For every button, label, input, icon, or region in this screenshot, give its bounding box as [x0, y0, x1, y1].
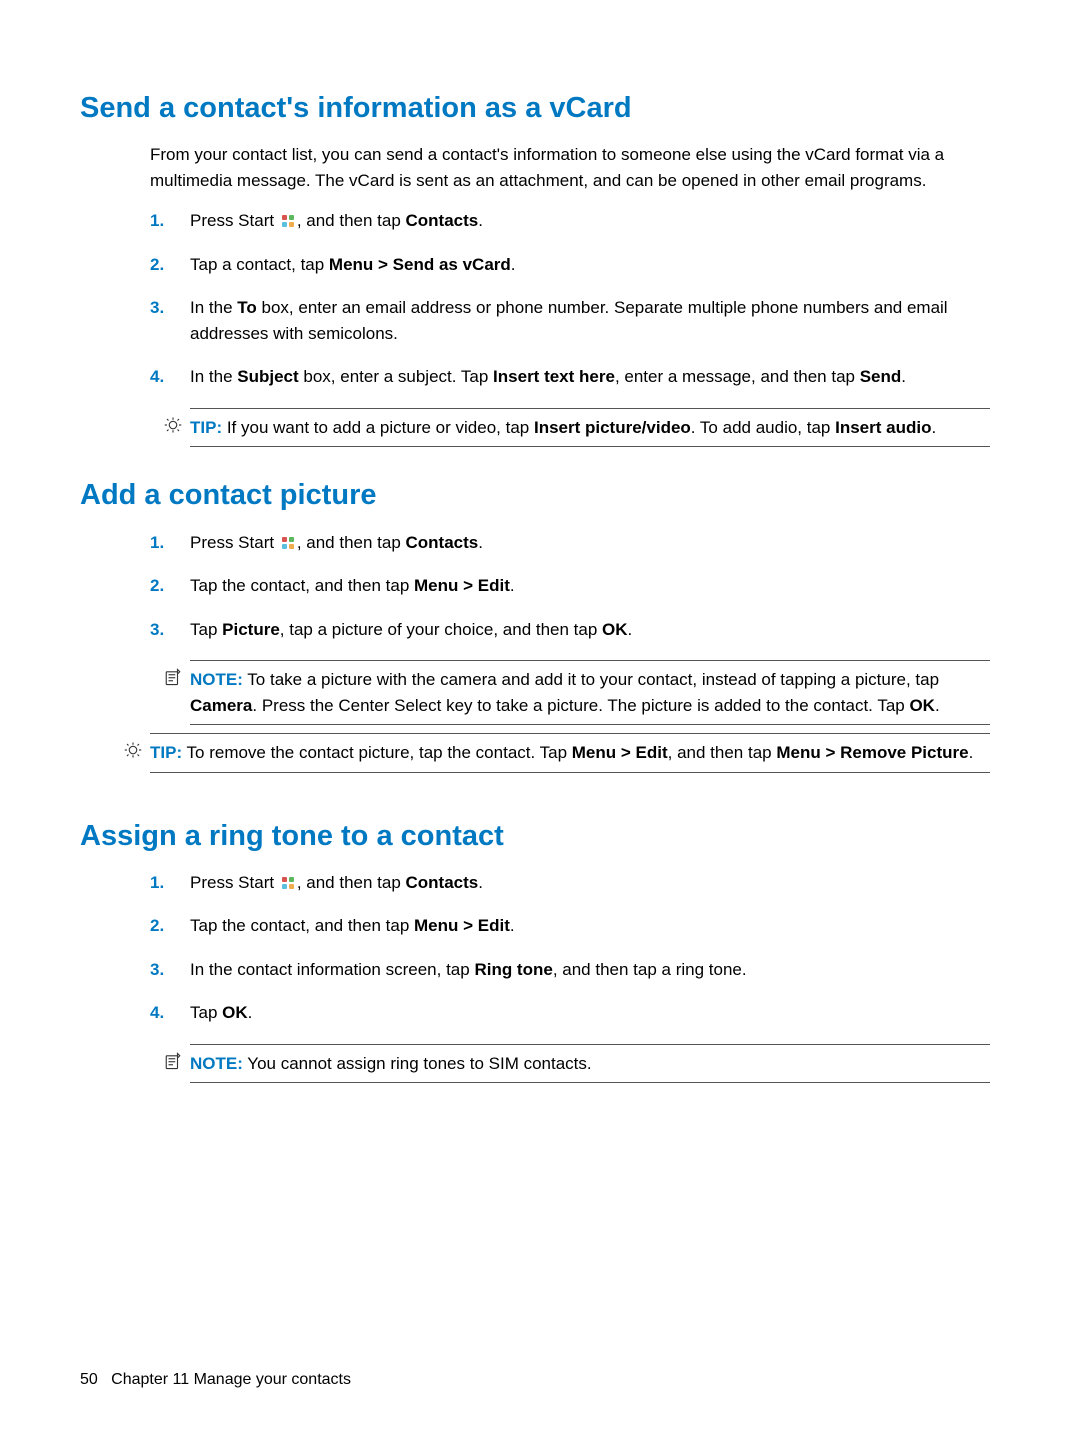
page-footer: 50 Chapter 11 Manage your contacts	[80, 1371, 351, 1389]
step-number: 1.	[150, 208, 164, 234]
step-number: 1.	[150, 530, 164, 556]
note-icon	[162, 666, 184, 688]
tip-block-vcard: TIP: If you want to add a picture or vid…	[190, 408, 990, 447]
note-block-picture: NOTE: To take a picture with the camera …	[190, 660, 990, 724]
step-1: 1. Press Start , and then tap Contacts.	[150, 870, 990, 896]
tip-block-picture: TIP: To remove the contact picture, tap …	[150, 733, 990, 772]
section-ringtone: Assign a ring tone to a contact 1. Press…	[80, 818, 990, 1084]
note-label: NOTE:	[190, 670, 243, 689]
steps-picture: 1. Press Start , and then tap Contacts. …	[150, 530, 990, 643]
steps-vcard: 1. Press Start , and then tap Contacts. …	[150, 208, 990, 390]
heading-picture: Add a contact picture	[80, 477, 990, 513]
tip-label: TIP:	[190, 418, 222, 437]
note-block-ringtone: NOTE: You cannot assign ring tones to SI…	[190, 1044, 990, 1083]
step-1: 1. Press Start , and then tap Contacts.	[150, 208, 990, 234]
step-number: 2.	[150, 573, 164, 599]
step-3: 3. In the contact information screen, ta…	[150, 957, 990, 983]
start-icon	[281, 536, 295, 550]
lightbulb-icon	[122, 739, 144, 761]
divider	[190, 1082, 990, 1083]
heading-vcard: Send a contact's information as a vCard	[80, 90, 990, 126]
step-number: 2.	[150, 913, 164, 939]
tip-label: TIP:	[150, 743, 182, 762]
chapter-title: Chapter 11 Manage your contacts	[111, 1371, 351, 1388]
page-number: 50	[80, 1371, 98, 1388]
step-number: 2.	[150, 252, 164, 278]
step-number: 4.	[150, 364, 164, 390]
divider	[190, 446, 990, 447]
section-vcard: Send a contact's information as a vCard …	[80, 90, 990, 447]
note-icon	[162, 1050, 184, 1072]
step-4: 4. Tap OK.	[150, 1000, 990, 1026]
step-number: 3.	[150, 957, 164, 983]
step-2: 2. Tap a contact, tap Menu > Send as vCa…	[150, 252, 990, 278]
intro-vcard: From your contact list, you can send a c…	[150, 142, 990, 193]
step-2: 2. Tap the contact, and then tap Menu > …	[150, 913, 990, 939]
divider	[190, 724, 990, 725]
section-picture: Add a contact picture 1. Press Start , a…	[80, 477, 990, 772]
step-number: 3.	[150, 295, 164, 321]
step-3: 3. In the To box, enter an email address…	[150, 295, 990, 346]
step-number: 3.	[150, 617, 164, 643]
page-content: Send a contact's information as a vCard …	[0, 0, 1080, 1083]
heading-ringtone: Assign a ring tone to a contact	[80, 818, 990, 854]
step-number: 1.	[150, 870, 164, 896]
start-icon	[281, 876, 295, 890]
step-3: 3. Tap Picture, tap a picture of your ch…	[150, 617, 990, 643]
steps-ringtone: 1. Press Start , and then tap Contacts. …	[150, 870, 990, 1026]
start-icon	[281, 214, 295, 228]
step-number: 4.	[150, 1000, 164, 1026]
step-1: 1. Press Start , and then tap Contacts.	[150, 530, 990, 556]
note-label: NOTE:	[190, 1054, 243, 1073]
lightbulb-icon	[162, 414, 184, 436]
step-2: 2. Tap the contact, and then tap Menu > …	[150, 573, 990, 599]
step-4: 4. In the Subject box, enter a subject. …	[150, 364, 990, 390]
divider	[150, 772, 990, 773]
